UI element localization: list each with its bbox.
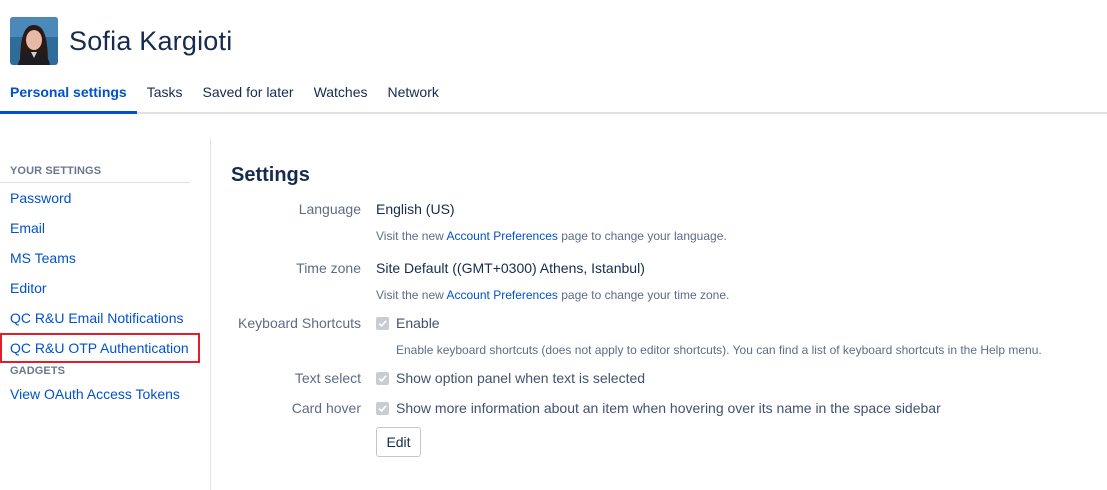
user-name: Sofia Kargioti xyxy=(69,25,233,56)
timezone-hint: Visit the new Account Preferences page t… xyxy=(376,288,729,302)
text-select-checkbox[interactable] xyxy=(376,371,389,385)
language-hint-prefix: Visit the new xyxy=(376,229,447,243)
card-hover-option: Show more information about an item when… xyxy=(376,400,941,416)
text-select-label: Text select xyxy=(294,370,361,386)
language-hint-suffix: page to change your language. xyxy=(557,229,727,243)
settings-sidebar: YOUR SETTINGS Password Email MS Teams Ed… xyxy=(0,138,211,490)
profile-tabs: Personal settings Tasks Saved for later … xyxy=(0,78,1107,114)
sidebar-item-email[interactable]: Email xyxy=(0,213,210,243)
checkmark-icon xyxy=(378,319,387,327)
sidebar-item-ms-teams[interactable]: MS Teams xyxy=(0,243,210,273)
keyboard-shortcuts-option: Enable xyxy=(376,315,440,331)
timezone-hint-prefix: Visit the new xyxy=(376,288,447,302)
sidebar-item-otp-authentication[interactable]: QC R&U OTP Authentication xyxy=(0,333,200,363)
language-account-preferences-link[interactable]: Account Preferences xyxy=(447,229,558,243)
text-select-checkbox-label: Show option panel when text is selected xyxy=(396,370,646,386)
tab-personal-settings[interactable]: Personal settings xyxy=(0,78,137,114)
keyboard-shortcuts-hint: Enable keyboard shortcuts (does not appl… xyxy=(396,343,1042,357)
language-value: English (US) xyxy=(376,201,455,217)
sidebar-item-editor[interactable]: Editor xyxy=(0,273,210,303)
gadgets-heading: GADGETS xyxy=(10,365,66,377)
edit-button[interactable]: Edit xyxy=(376,427,421,457)
tab-saved-for-later[interactable]: Saved for later xyxy=(193,78,304,114)
keyboard-shortcuts-checkbox-label: Enable xyxy=(396,315,440,331)
text-select-option: Show option panel when text is selected xyxy=(376,370,645,386)
card-hover-checkbox[interactable] xyxy=(376,401,389,415)
checkmark-icon xyxy=(378,374,387,382)
settings-panel: Settings Language English (US) Visit the… xyxy=(231,160,1091,457)
sidebar-item-email-notifications[interactable]: QC R&U Email Notifications xyxy=(0,303,210,333)
keyboard-shortcuts-checkbox[interactable] xyxy=(376,316,389,330)
timezone-hint-suffix: page to change your time zone. xyxy=(557,288,730,302)
tab-tasks[interactable]: Tasks xyxy=(137,78,193,114)
page-title: Settings xyxy=(231,164,310,186)
timezone-account-preferences-link[interactable]: Account Preferences xyxy=(447,288,558,302)
language-label: Language xyxy=(298,201,361,217)
your-settings-list: Password Email MS Teams Editor QC R&U Em… xyxy=(0,183,210,363)
card-hover-label: Card hover xyxy=(291,400,361,416)
card-hover-checkbox-label: Show more information about an item when… xyxy=(396,400,941,416)
language-hint: Visit the new Account Preferences page t… xyxy=(376,229,727,243)
timezone-label: Time zone xyxy=(296,260,361,276)
profile-header: Sofia Kargioti xyxy=(10,17,232,65)
keyboard-shortcuts-label: Keyboard Shortcuts xyxy=(238,315,361,331)
sidebar-item-oauth-tokens[interactable]: View OAuth Access Tokens xyxy=(0,379,210,409)
checkmark-icon xyxy=(378,404,387,412)
tab-network[interactable]: Network xyxy=(378,78,449,114)
gadgets-list: View OAuth Access Tokens xyxy=(0,379,210,409)
timezone-value: Site Default ((GMT+0300) Athens, Istanbu… xyxy=(376,260,645,276)
your-settings-heading: YOUR SETTINGS xyxy=(10,165,102,177)
tab-watches[interactable]: Watches xyxy=(304,78,378,114)
sidebar-item-password[interactable]: Password xyxy=(0,183,210,213)
avatar[interactable] xyxy=(10,17,58,65)
